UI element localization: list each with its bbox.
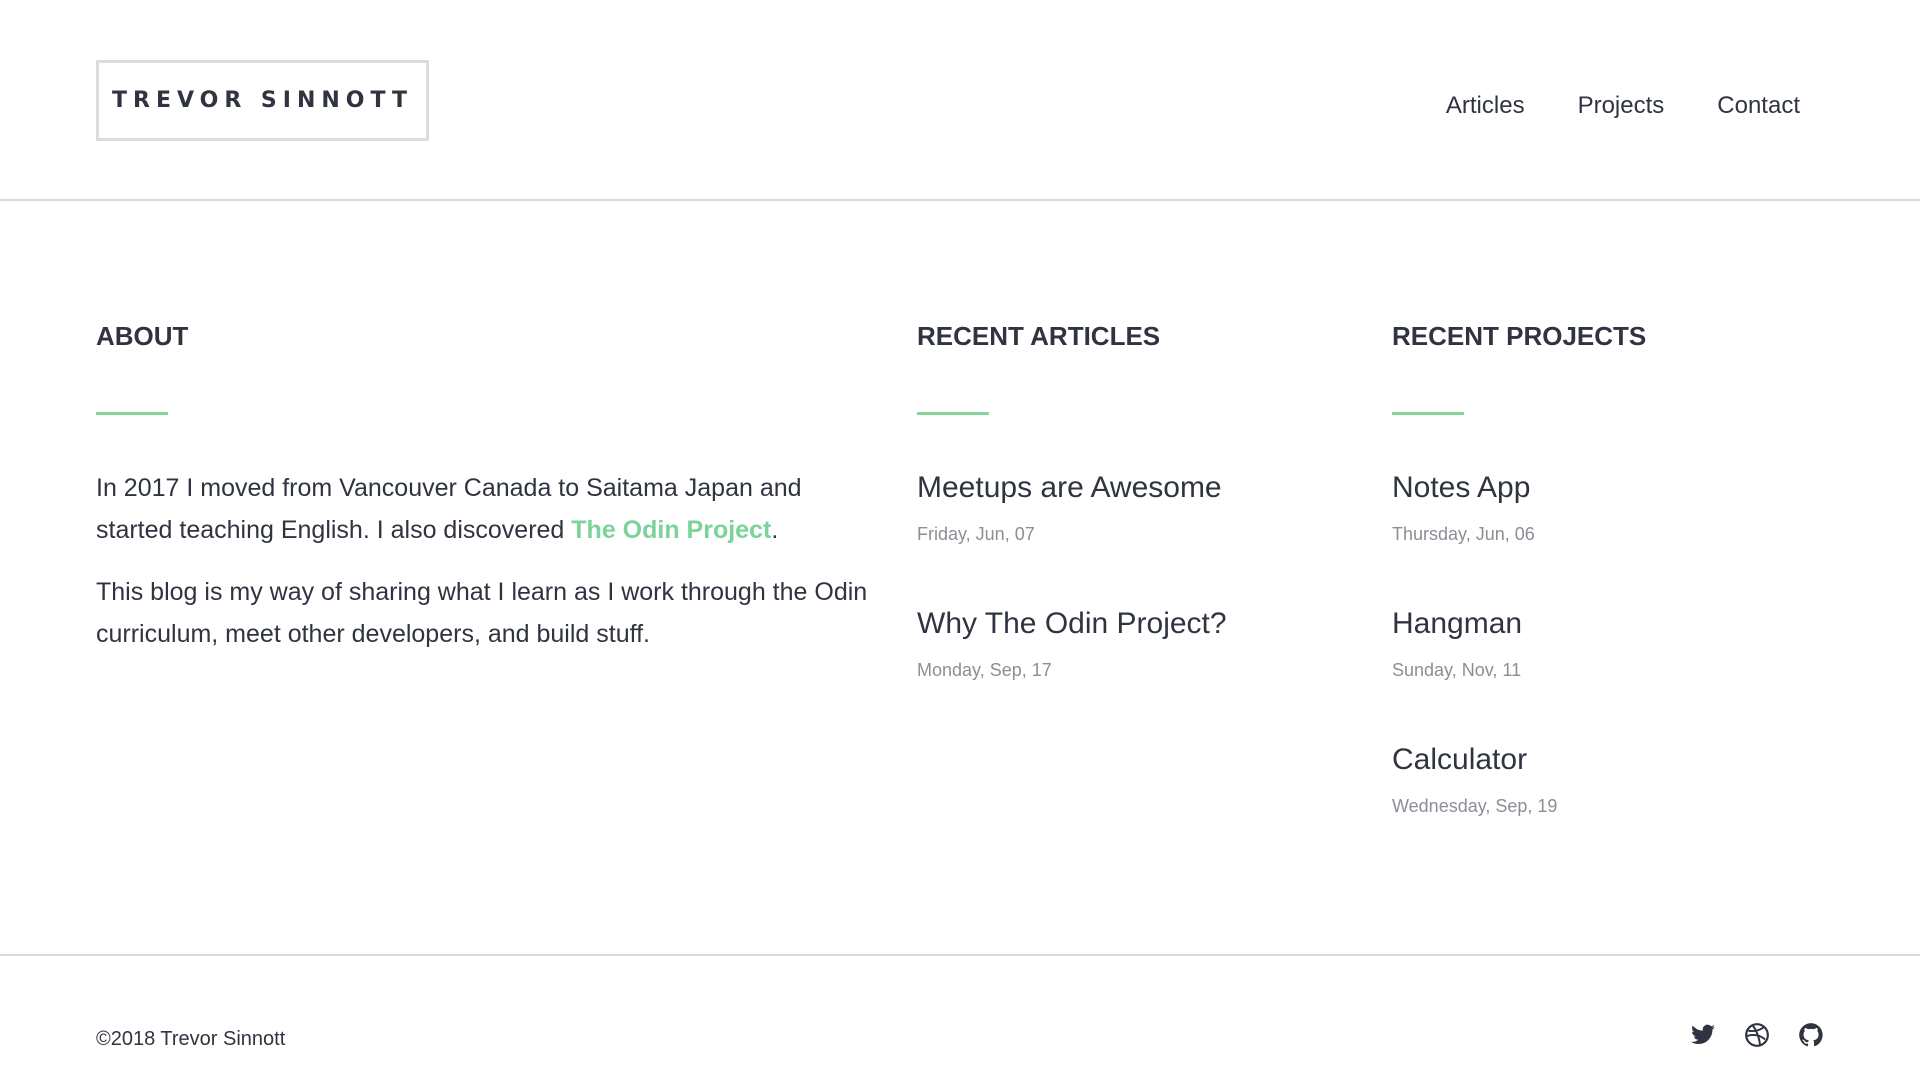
nav-articles[interactable]: Articles xyxy=(1446,92,1525,120)
project-date: Thursday, Jun, 06 xyxy=(1392,524,1535,544)
projects-accent-rule xyxy=(1392,412,1464,415)
project-title-link[interactable]: Hangman xyxy=(1392,603,1832,645)
social-links xyxy=(1690,1022,1824,1048)
about-text: In 2017 I moved from Vancouver Canada to… xyxy=(96,467,876,655)
about-section: ABOUT In 2017 I moved from Vancouver Can… xyxy=(96,316,876,675)
about-p1-end: . xyxy=(771,516,779,544)
twitter-icon[interactable] xyxy=(1690,1022,1716,1048)
recent-projects-heading: RECENT PROJECTS xyxy=(1392,321,1647,351)
articles-list: Meetups are Awesome Friday, Jun, 07 Why … xyxy=(917,467,1357,739)
site-footer: ©2018 Trevor Sinnott xyxy=(0,954,1920,1078)
nav-contact[interactable]: Contact xyxy=(1717,92,1800,120)
article-title-link[interactable]: Why The Odin Project? xyxy=(917,603,1357,645)
page: TREVOR SINNOTT Articles Projects Contact… xyxy=(0,0,1920,1078)
project-date: Sunday, Nov, 11 xyxy=(1392,660,1522,680)
site-logo-text: TREVOR SINNOTT xyxy=(112,88,413,113)
list-item: Meetups are Awesome Friday, Jun, 07 xyxy=(917,467,1357,603)
dribbble-icon[interactable] xyxy=(1744,1022,1770,1048)
project-title-link[interactable]: Notes App xyxy=(1392,467,1832,509)
article-date: Friday, Jun, 07 xyxy=(917,524,1035,544)
copyright-text: ©2018 Trevor Sinnott xyxy=(96,1028,286,1050)
list-item: Notes App Thursday, Jun, 06 xyxy=(1392,467,1832,603)
articles-accent-rule xyxy=(917,412,989,415)
site-logo[interactable]: TREVOR SINNOTT xyxy=(96,60,429,141)
recent-projects-section: RECENT PROJECTS Notes App Thursday, Jun,… xyxy=(1392,316,1832,875)
about-heading: ABOUT xyxy=(96,321,189,351)
site-header: TREVOR SINNOTT Articles Projects Contact xyxy=(0,0,1920,201)
about-paragraph-2: This blog is my way of sharing what I le… xyxy=(96,578,868,648)
list-item: Calculator Wednesday, Sep, 19 xyxy=(1392,739,1832,875)
list-item: Hangman Sunday, Nov, 11 xyxy=(1392,603,1832,739)
article-date: Monday, Sep, 17 xyxy=(917,660,1052,680)
project-date: Wednesday, Sep, 19 xyxy=(1392,796,1558,816)
odin-project-link[interactable]: The Odin Project xyxy=(571,516,771,544)
recent-articles-heading: RECENT ARTICLES xyxy=(917,321,1161,351)
nav-projects[interactable]: Projects xyxy=(1578,92,1665,120)
recent-articles-section: RECENT ARTICLES Meetups are Awesome Frid… xyxy=(917,316,1357,739)
github-icon[interactable] xyxy=(1798,1022,1824,1048)
project-title-link[interactable]: Calculator xyxy=(1392,739,1832,781)
main-nav: Articles Projects Contact xyxy=(1393,92,1800,120)
article-title-link[interactable]: Meetups are Awesome xyxy=(917,467,1357,509)
projects-list: Notes App Thursday, Jun, 06 Hangman Sund… xyxy=(1392,467,1832,875)
list-item: Why The Odin Project? Monday, Sep, 17 xyxy=(917,603,1357,739)
about-accent-rule xyxy=(96,412,168,415)
about-paragraph-1: In 2017 I moved from Vancouver Canada to… xyxy=(96,467,876,551)
